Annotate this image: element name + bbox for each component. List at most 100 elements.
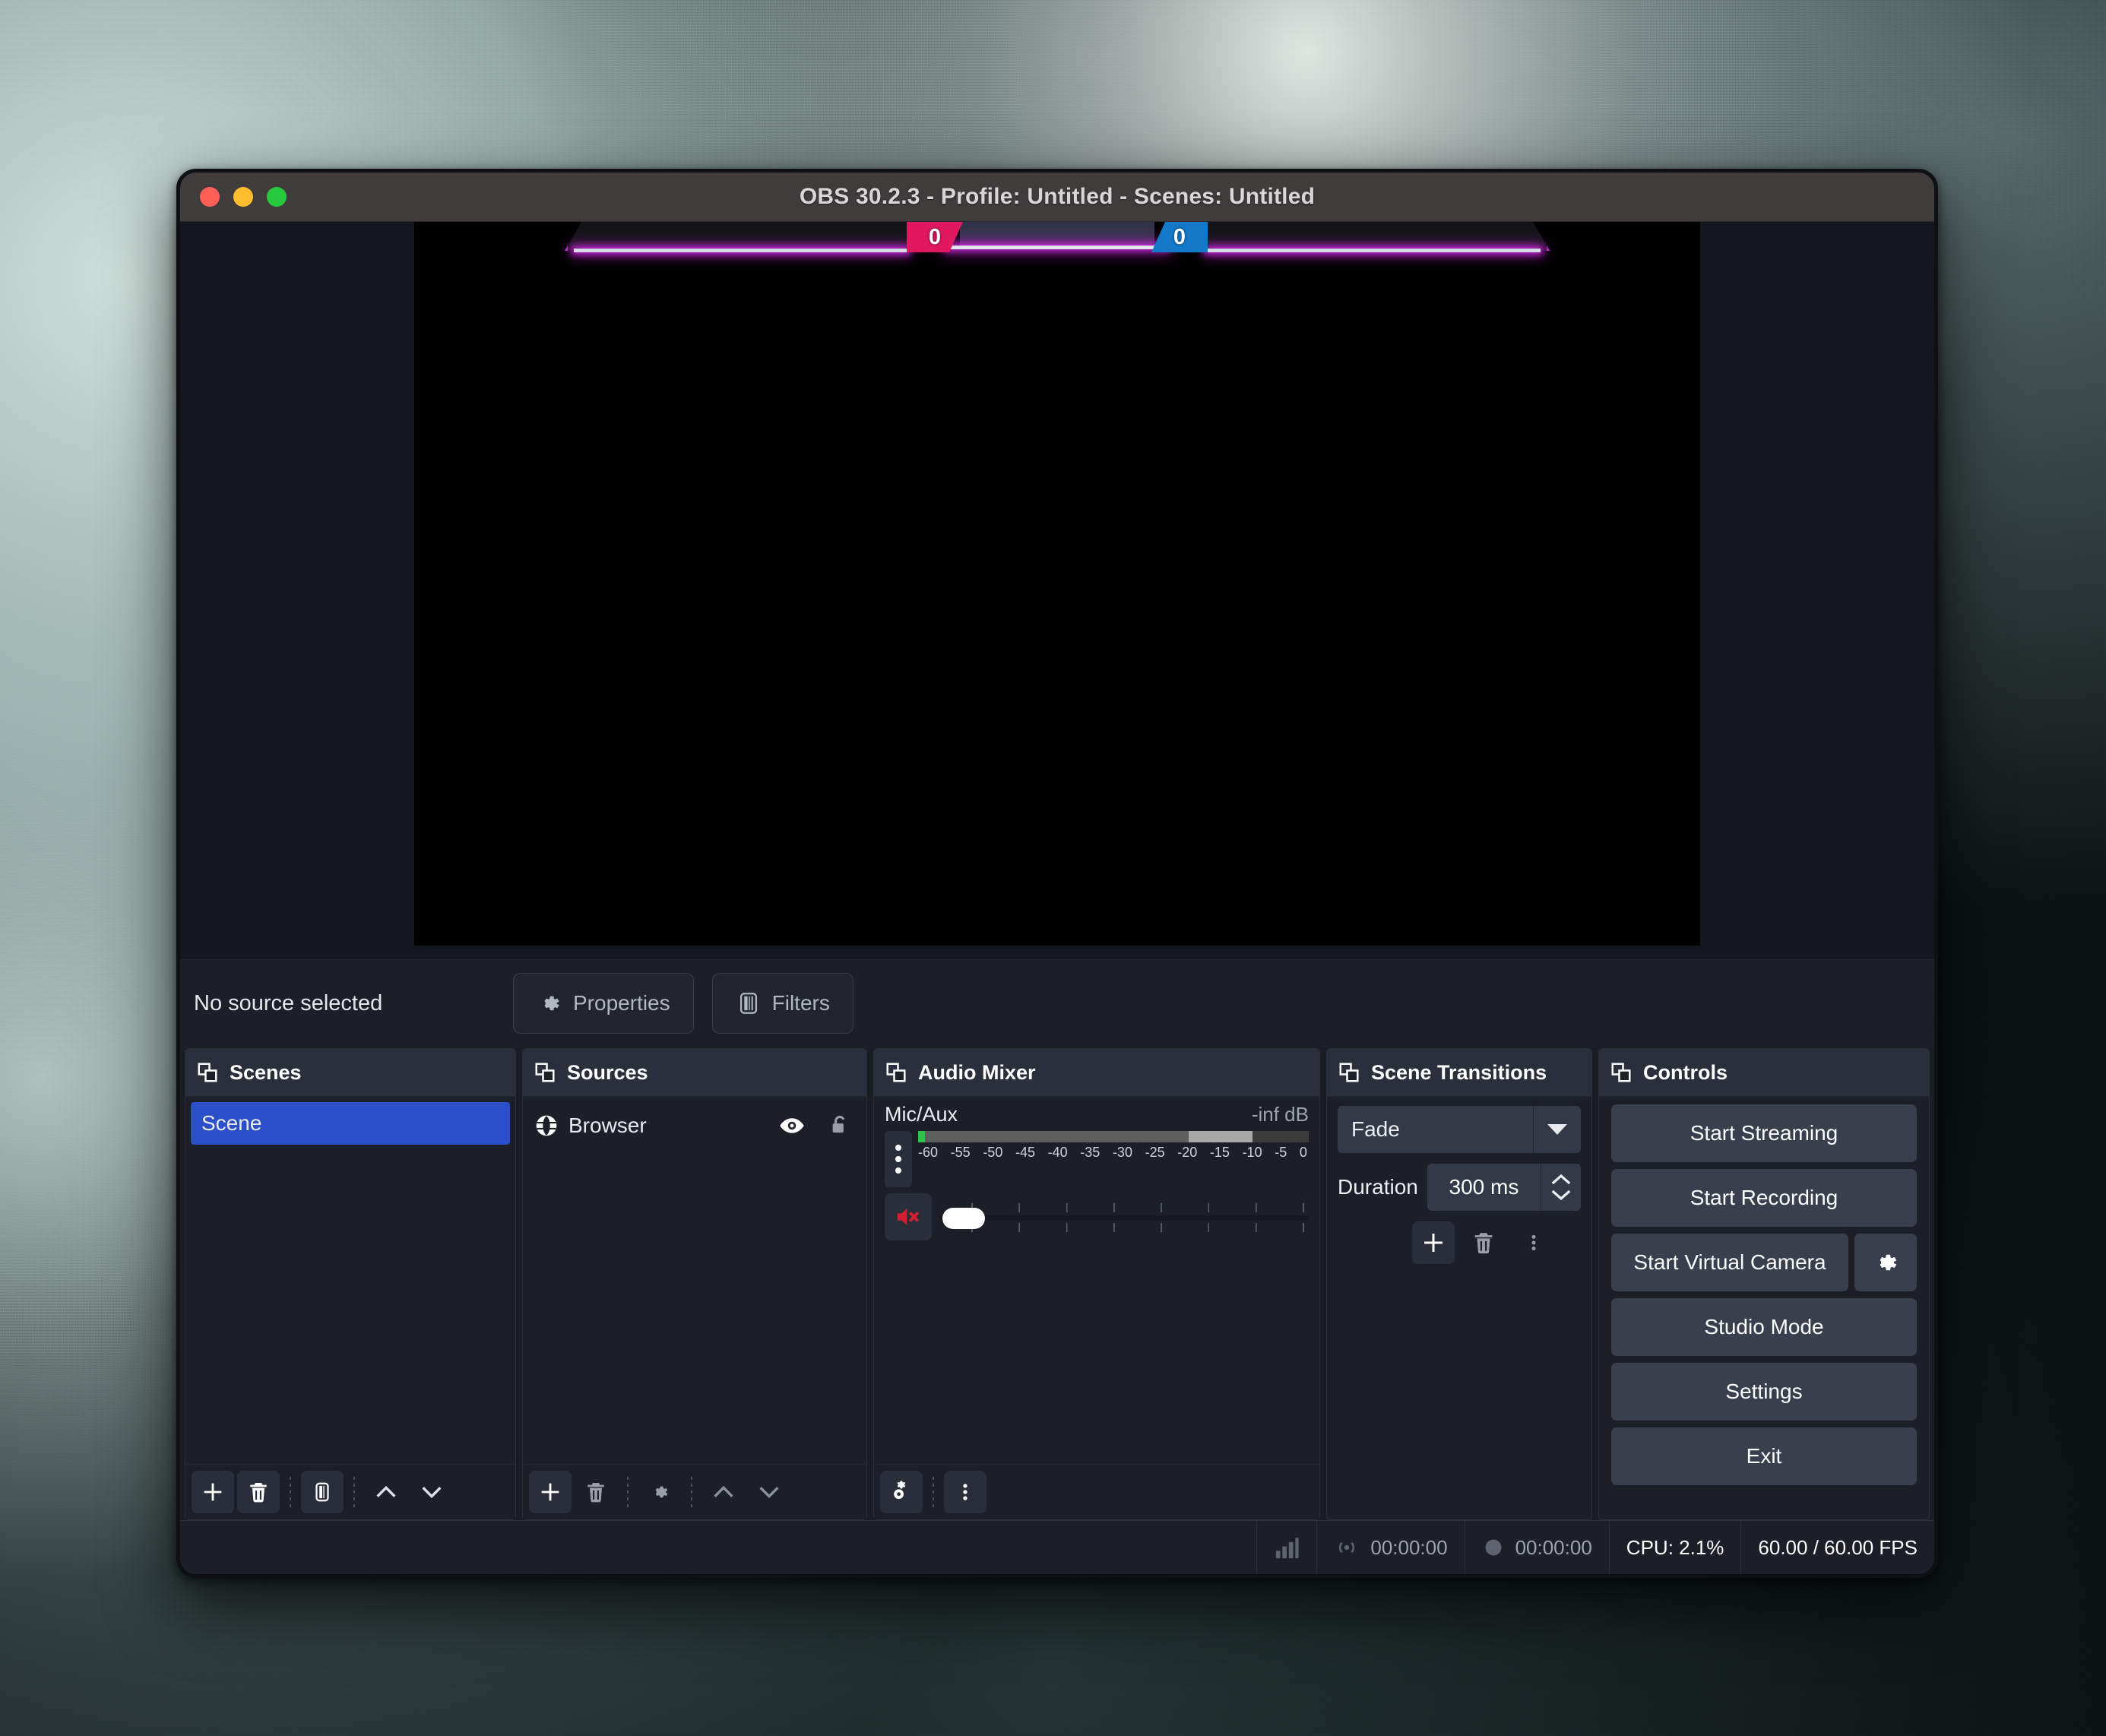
controls-dock-header[interactable]: Controls [1599,1049,1929,1097]
filters-icon [736,990,762,1016]
add-scene-button[interactable] [192,1471,234,1513]
obs-window: OBS 30.2.3 - Profile: Untitled - Scenes:… [176,169,1938,1578]
source-item-label: Browser [568,1114,647,1137]
move-scene-down-button[interactable] [410,1471,453,1513]
start-recording-button[interactable]: Start Recording [1611,1169,1917,1227]
transition-duration-stepper[interactable]: 300 ms [1427,1164,1581,1211]
stepper-arrows[interactable] [1541,1164,1581,1211]
scoreboard-right-wing [1205,222,1550,251]
dot [895,1156,901,1162]
meter-tick: -45 [1015,1145,1035,1160]
transition-select[interactable]: Fade [1338,1106,1581,1153]
audio-meter-column: -60 -55 -50 -45 -40 -35 -30 -25 -20 -15 [918,1131,1309,1161]
unlock-icon[interactable] [827,1113,853,1139]
add-transition-button[interactable] [1412,1221,1455,1264]
scenes-dock-header[interactable]: Scenes [185,1049,515,1097]
record-time-value: 00:00:00 [1515,1535,1592,1559]
transition-menu-button[interactable] [1512,1221,1555,1264]
advanced-audio-properties-button[interactable] [880,1471,923,1513]
stream-time-cell: 00:00:00 [1316,1521,1464,1574]
audio-mixer-dock-header[interactable]: Audio Mixer [874,1049,1319,1097]
meter-tick: -5 [1275,1145,1287,1160]
tick [1208,1203,1210,1232]
transition-select-value: Fade [1351,1117,1400,1141]
chevron-down-icon[interactable] [1533,1106,1581,1153]
virtual-camera-settings-button[interactable] [1854,1234,1917,1291]
status-bar: 00:00:00 00:00:00 CPU: 2.1% 60.00 / 60.0… [180,1520,1934,1574]
transition-duration-row: Duration 300 ms [1338,1164,1581,1211]
window-titlebar[interactable]: OBS 30.2.3 - Profile: Untitled - Scenes:… [180,173,1934,222]
audio-meter-scale: -60 -55 -50 -45 -40 -35 -30 -25 -20 -15 [918,1145,1309,1161]
audio-track-level: -inf dB [1251,1103,1309,1126]
meter-tick: -10 [1242,1145,1262,1160]
virtual-camera-row: Start Virtual Camera [1611,1234,1917,1291]
add-source-button[interactable] [529,1471,572,1513]
fps-cell: 60.00 / 60.00 FPS [1740,1521,1934,1574]
signal-bars-icon [1274,1536,1300,1559]
meter-zone-peak [1253,1131,1309,1142]
remove-source-button[interactable] [575,1471,617,1513]
preview-area[interactable]: 0 0 [180,222,1934,958]
preview-canvas[interactable]: 0 0 [414,222,1700,946]
cpu-usage-cell: CPU: 2.1% [1608,1521,1741,1574]
mute-button[interactable] [885,1193,932,1240]
eye-icon[interactable] [778,1112,806,1139]
remove-scene-button[interactable] [237,1471,280,1513]
audio-track-menu-button[interactable] [885,1131,912,1187]
source-list-item[interactable]: Browser [523,1102,866,1149]
exit-button[interactable]: Exit [1611,1427,1917,1485]
sources-dock-header[interactable]: Sources [523,1049,866,1097]
scenes-dock-title: Scenes [230,1060,302,1084]
scene-transitions-dock-header[interactable]: Scene Transitions [1327,1049,1591,1097]
scenes-list[interactable]: Scene [185,1097,515,1464]
volume-slider-handle[interactable] [942,1208,985,1229]
audio-track-name: Mic/Aux [885,1103,958,1126]
meter-tick: -30 [1112,1145,1132,1160]
meter-tick: -60 [918,1145,939,1160]
settings-button[interactable]: Settings [1611,1363,1917,1421]
scene-filters-button[interactable] [301,1471,344,1513]
audio-level-meter [918,1131,1309,1142]
tick [1255,1203,1257,1232]
globe-icon [534,1113,559,1139]
remove-transition-button[interactable] [1462,1221,1505,1264]
source-properties-button[interactable] [638,1471,681,1513]
meter-zone-normal [925,1131,1189,1142]
properties-button[interactable]: Properties [513,973,694,1034]
move-scene-up-button[interactable] [365,1471,407,1513]
connection-status-cell [1256,1521,1316,1574]
sources-list[interactable]: Browser [523,1097,866,1464]
stream-time-value: 00:00:00 [1370,1535,1448,1559]
audio-track-volume-row [885,1193,1309,1240]
dock-panel-icon [1610,1061,1633,1084]
audio-mixer-dock: Audio Mixer Mic/Aux -inf dB -60 -55 -50 … [873,1048,1320,1520]
toolbar-separator [353,1477,355,1507]
audio-mixer-menu-button[interactable] [944,1471,986,1513]
move-source-down-button[interactable] [748,1471,790,1513]
properties-button-label: Properties [573,991,670,1015]
audio-track-header: Mic/Aux -inf dB [885,1103,1309,1126]
volume-slider[interactable] [939,1197,1309,1237]
meter-tick: -15 [1209,1145,1230,1160]
sources-toolbar [523,1464,866,1519]
move-source-up-button[interactable] [702,1471,745,1513]
scoreboard-right-glow-line [1206,249,1541,252]
sources-dock-title: Sources [567,1060,648,1084]
tick [1302,1203,1304,1232]
scene-list-item[interactable]: Scene [191,1102,510,1145]
tick [1161,1203,1163,1232]
start-virtual-camera-button[interactable]: Start Virtual Camera [1611,1234,1848,1291]
audio-mixer-dock-title: Audio Mixer [918,1060,1036,1084]
studio-mode-button[interactable]: Studio Mode [1611,1298,1917,1356]
meter-peak-indicator [918,1131,925,1142]
meter-tick: -35 [1080,1145,1101,1160]
source-item-icons [778,1112,853,1139]
filters-button[interactable]: Filters [711,973,853,1034]
chevron-up-icon [1551,1174,1571,1185]
chevron-down-icon [1551,1190,1571,1201]
gear-icon [537,990,562,1016]
meter-zone-warning [1189,1131,1253,1142]
start-streaming-button[interactable]: Start Streaming [1611,1104,1917,1162]
toolbar-separator [290,1477,291,1507]
dock-panel-icon [1338,1061,1360,1084]
